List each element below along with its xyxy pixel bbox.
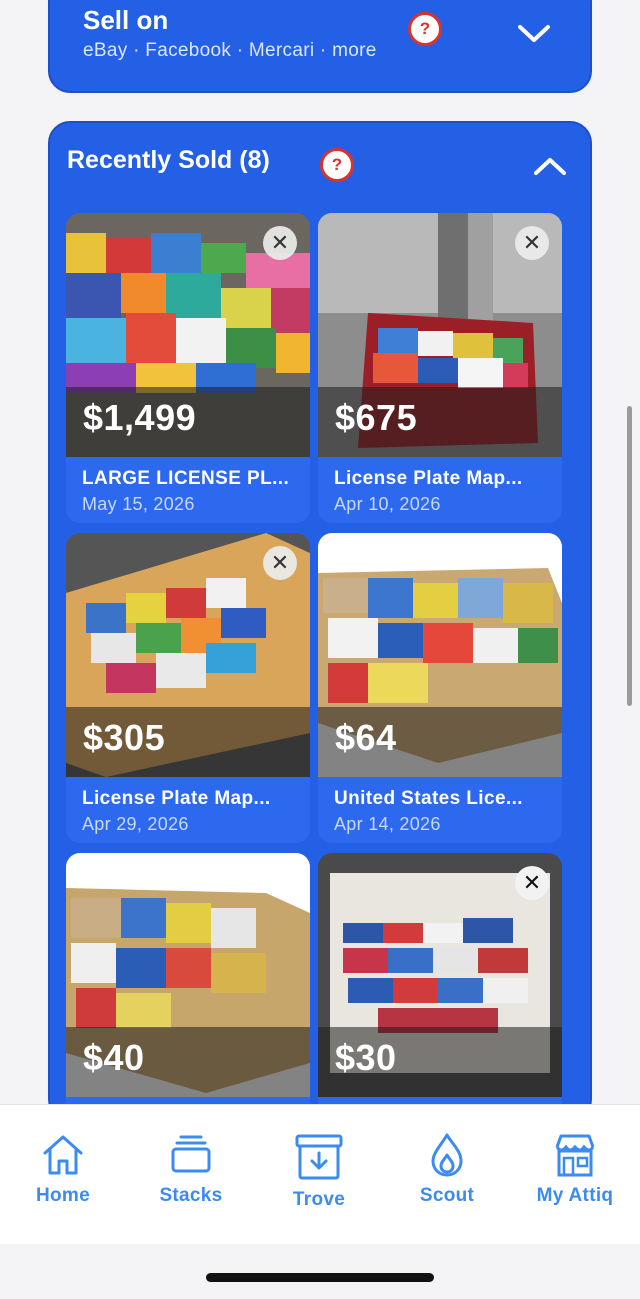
trove-box-icon [295,1134,343,1180]
item-title: License Plate Map... [334,468,523,489]
sold-price: $675 [335,397,418,438]
storefront-icon [555,1134,595,1177]
sell-on-title: Sell on [83,5,169,35]
recently-sold-card: Recently Sold (8) ? $1,499 ✕ LARGE LICEN… [48,121,592,1121]
chevron-up-icon[interactable] [532,154,568,178]
tab-stacks[interactable]: Stacks [131,1131,251,1207]
tab-trove[interactable]: Trove [259,1131,379,1211]
chevron-down-icon[interactable] [516,22,552,46]
sold-item-card[interactable]: $40 [66,853,310,1119]
sold-item-card[interactable]: $675 ✕ License Plate Map... Apr 10, 2026 [318,213,562,523]
close-icon[interactable]: ✕ [263,226,297,260]
tab-my-attiq[interactable]: My Attiq [515,1131,635,1207]
sold-item-card[interactable]: $305 ✕ License Plate Map... Apr 29, 2026 [66,533,310,843]
sold-item-card[interactable]: $1,499 ✕ LARGE LICENSE PL... May 15, 202… [66,213,310,523]
sold-date: Apr 10, 2026 [334,494,441,514]
help-icon[interactable]: ? [320,148,354,182]
sold-date: Apr 29, 2026 [82,814,189,834]
recently-sold-title: Recently Sold (8) [67,146,270,174]
scrollbar[interactable] [627,406,632,706]
sold-price: $1,499 [83,397,197,438]
stacks-icon [171,1135,211,1173]
sold-item-card[interactable]: $30 ✕ [318,853,562,1119]
close-icon[interactable]: ✕ [515,866,549,900]
item-title: LARGE LICENSE PL... [82,468,290,489]
tab-label: Stacks [159,1185,223,1206]
sold-date: May 15, 2026 [82,494,195,514]
help-icon[interactable]: ? [408,12,442,46]
sold-price: $40 [83,1037,145,1078]
sold-date: Apr 14, 2026 [334,814,441,834]
close-icon[interactable]: ✕ [515,226,549,260]
sold-item-card[interactable]: $64 United States Lice... Apr 14, 2026 [318,533,562,843]
home-indicator[interactable] [206,1273,434,1282]
item-title: United States Lice... [334,788,523,809]
sold-price: $64 [335,717,397,758]
tab-label: My Attiq [536,1185,614,1206]
tab-label: Trove [292,1189,346,1210]
bottom-tab-bar: Home Stacks Trove Scout My Attiq [0,1104,640,1244]
tab-scout[interactable]: Scout [387,1131,507,1207]
sold-price: $305 [83,717,166,758]
close-icon[interactable]: ✕ [263,546,297,580]
flame-icon [431,1133,463,1177]
home-icon [43,1135,83,1175]
item-title: License Plate Map... [82,788,271,809]
sell-on-card[interactable]: Sell on eBay · Facebook · Mercari · more… [48,0,592,93]
tab-home[interactable]: Home [3,1131,123,1207]
sell-on-marketplaces: eBay · Facebook · Mercari · more [83,40,377,61]
tab-label: Scout [419,1185,475,1206]
sold-price: $30 [335,1037,397,1078]
tab-label: Home [36,1185,90,1206]
home-indicator-area [0,1244,640,1299]
